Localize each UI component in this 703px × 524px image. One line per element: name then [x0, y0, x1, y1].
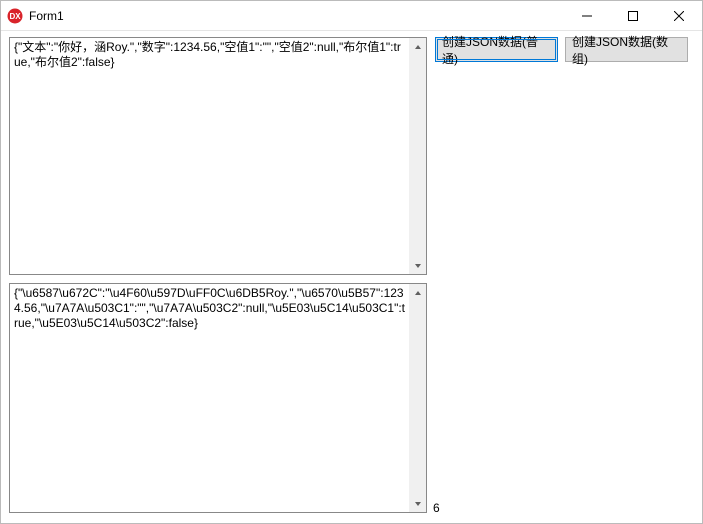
window-form1: DX Form1 {"文本":"你好，涵Roy.","数字":1234.56,"… — [0, 0, 703, 524]
window-title: Form1 — [29, 9, 64, 23]
button-label: 创建JSON数据(数组) — [572, 33, 681, 67]
close-button[interactable] — [656, 1, 702, 30]
memo2-text: {"\u6587\u672C":"\u4F60\u597D\uFF0C\u6DB… — [14, 286, 407, 510]
scroll-track[interactable] — [409, 55, 426, 257]
window-controls — [564, 1, 702, 30]
app-icon: DX — [7, 8, 23, 24]
svg-text:DX: DX — [9, 12, 21, 21]
scroll-down-icon[interactable] — [409, 257, 426, 274]
scroll-down-icon[interactable] — [409, 495, 426, 512]
create-json-normal-button[interactable]: 创建JSON数据(普通) — [435, 37, 558, 62]
create-json-array-button[interactable]: 创建JSON数据(数组) — [565, 37, 688, 62]
memo1-scrollbar[interactable] — [409, 38, 426, 274]
scroll-track[interactable] — [409, 301, 426, 495]
minimize-button[interactable] — [564, 1, 610, 30]
memo2-scrollbar[interactable] — [409, 284, 426, 512]
label-six: 6 — [433, 501, 440, 515]
titlebar: DX Form1 — [1, 1, 702, 31]
scroll-up-icon[interactable] — [409, 38, 426, 55]
maximize-button[interactable] — [610, 1, 656, 30]
client-area: {"文本":"你好，涵Roy.","数字":1234.56,"空值1":"","… — [1, 31, 702, 523]
memo-json-output-1[interactable]: {"文本":"你好，涵Roy.","数字":1234.56,"空值1":"","… — [9, 37, 427, 275]
scroll-up-icon[interactable] — [409, 284, 426, 301]
memo1-text: {"文本":"你好，涵Roy.","数字":1234.56,"空值1":"","… — [14, 40, 407, 272]
memo-json-output-2[interactable]: {"\u6587\u672C":"\u4F60\u597D\uFF0C\u6DB… — [9, 283, 427, 513]
button-label: 创建JSON数据(普通) — [442, 33, 551, 67]
